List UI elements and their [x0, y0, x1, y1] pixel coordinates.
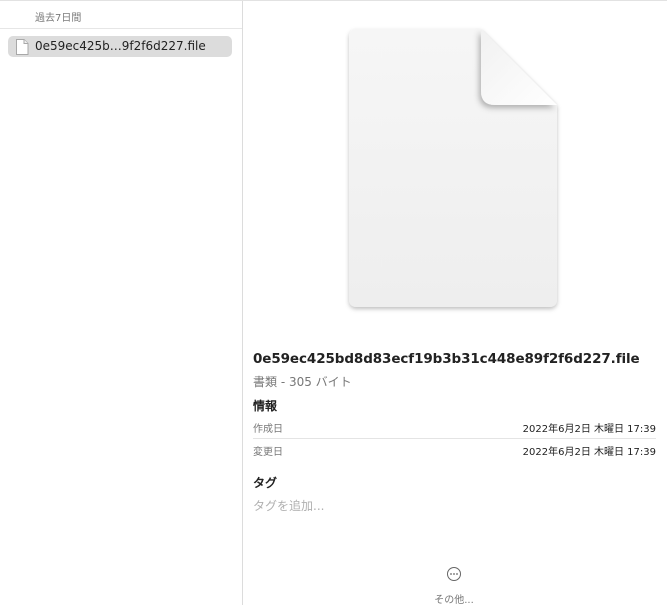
file-list-item-label: 0e59ec425b…9f2f6d227.file — [35, 39, 206, 53]
info-row-value: 2022年6月2日 木曜日 17:39 — [522, 424, 656, 435]
tags-section-title: タグ — [253, 476, 278, 490]
preview-pane: 0e59ec425bd8d83ecf19b3b31c448e89f2f6d227… — [243, 1, 667, 606]
add-tag-field[interactable]: タグを追加... — [253, 497, 324, 514]
file-list-sidebar: 過去7日間 0e59ec425b…9f2f6d227.file — [0, 1, 243, 605]
document-icon — [16, 39, 29, 55]
file-name-title: 0e59ec425bd8d83ecf19b3b31c448e89f2f6d227… — [253, 351, 640, 367]
more-button[interactable]: その他... — [413, 564, 495, 606]
document-preview-icon — [349, 29, 557, 307]
info-section-title: 情報 — [253, 399, 278, 413]
more-button-label: その他... — [434, 595, 474, 606]
ellipsis-circle-icon — [447, 567, 461, 581]
file-list-item[interactable]: 0e59ec425b…9f2f6d227.file — [8, 36, 232, 57]
info-row-label: 作成日 — [253, 424, 283, 435]
section-header-recent: 過去7日間 — [35, 13, 82, 24]
info-row-modified: 変更日 2022年6月2日 木曜日 17:39 — [253, 439, 656, 461]
info-row-value: 2022年6月2日 木曜日 17:39 — [522, 447, 656, 458]
section-divider — [0, 28, 242, 29]
info-row-label: 変更日 — [253, 447, 283, 458]
info-row-created: 作成日 2022年6月2日 木曜日 17:39 — [253, 416, 656, 438]
file-kind-size: 書類 - 305 バイト — [253, 375, 352, 389]
